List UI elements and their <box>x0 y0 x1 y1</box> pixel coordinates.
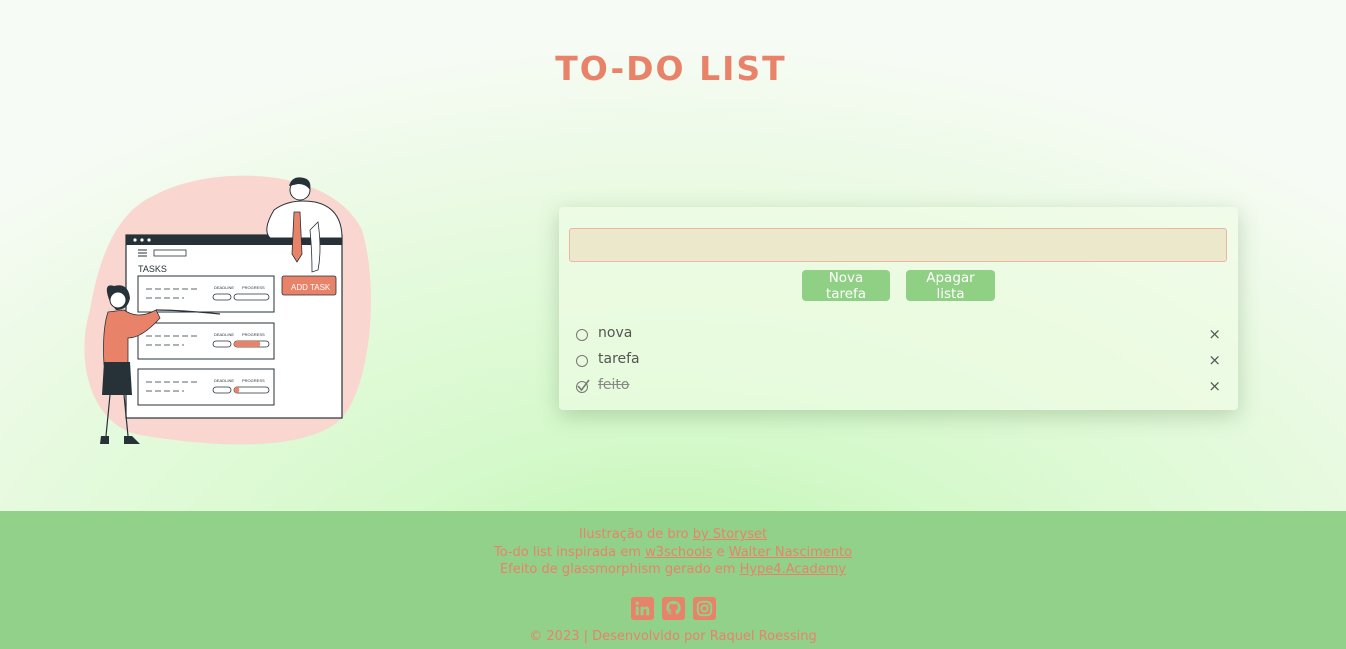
footer: Ilustração de bro by Storyset To-do list… <box>0 511 1346 649</box>
svg-text:PROGRESS: PROGRESS <box>242 285 265 290</box>
storyset-link[interactable]: by Storyset <box>693 527 767 542</box>
unchecked-circle-icon[interactable] <box>576 329 588 341</box>
list-item[interactable]: tarefa × <box>559 347 1238 373</box>
task-label: nova <box>598 325 633 341</box>
list-item[interactable]: feito × <box>559 373 1238 399</box>
close-icon[interactable]: × <box>1208 351 1221 369</box>
task-label: tarefa <box>598 351 640 367</box>
linkedin-icon[interactable] <box>630 597 654 620</box>
list-item[interactable]: nova × <box>559 321 1238 347</box>
task-list: nova × tarefa × feito × <box>559 321 1238 399</box>
task-input[interactable] <box>569 228 1227 262</box>
instagram-icon[interactable] <box>692 597 716 620</box>
github-icon[interactable] <box>661 597 685 620</box>
svg-text:PROGRESS: PROGRESS <box>242 332 265 337</box>
hype4-academy-link[interactable]: Hype4.Academy <box>740 562 847 577</box>
svg-text:ADD TASK: ADD TASK <box>291 283 331 292</box>
illustration-card-3: DEADLINE PROGRESS <box>137 368 275 406</box>
illustration-tasks-title: TASKS <box>138 264 167 274</box>
svg-text:DEADLINE: DEADLINE <box>214 332 234 337</box>
walter-nascimento-link[interactable]: Walter Nascimento <box>729 545 852 560</box>
footer-credits: Ilustração de bro by Storyset To-do list… <box>493 527 853 577</box>
svg-text:PROGRESS: PROGRESS <box>242 378 265 383</box>
page-title: TO-DO LIST <box>555 49 787 88</box>
illustration-progress-fill-2 <box>234 341 261 347</box>
illustration-progress-fill-3 <box>234 387 240 393</box>
unchecked-circle-icon[interactable] <box>576 355 588 367</box>
clear-list-button[interactable]: Apagar lista <box>906 270 995 302</box>
todo-panel: Nova tarefa Apagar lista nova × tarefa ×… <box>559 207 1238 410</box>
task-illustration: TASKS DEADLINE PROGRESS DEADLINE PROGRES… <box>84 175 371 445</box>
copyright: © 2023 | Desenvolvido por Raquel Roessin… <box>529 629 817 644</box>
illustration-card-2: DEADLINE PROGRESS <box>137 322 275 360</box>
illustration-card-1: DEADLINE PROGRESS <box>137 275 275 313</box>
w3schools-link[interactable]: w3schools <box>645 545 712 560</box>
svg-text:DEADLINE: DEADLINE <box>214 285 234 290</box>
checkmark-icon[interactable] <box>576 379 590 393</box>
close-icon[interactable]: × <box>1208 377 1221 395</box>
social-links <box>0 597 1346 620</box>
task-label: feito <box>598 377 630 393</box>
svg-text:DEADLINE: DEADLINE <box>214 378 234 383</box>
close-icon[interactable]: × <box>1208 325 1221 343</box>
new-task-button[interactable]: Nova tarefa <box>802 270 890 302</box>
